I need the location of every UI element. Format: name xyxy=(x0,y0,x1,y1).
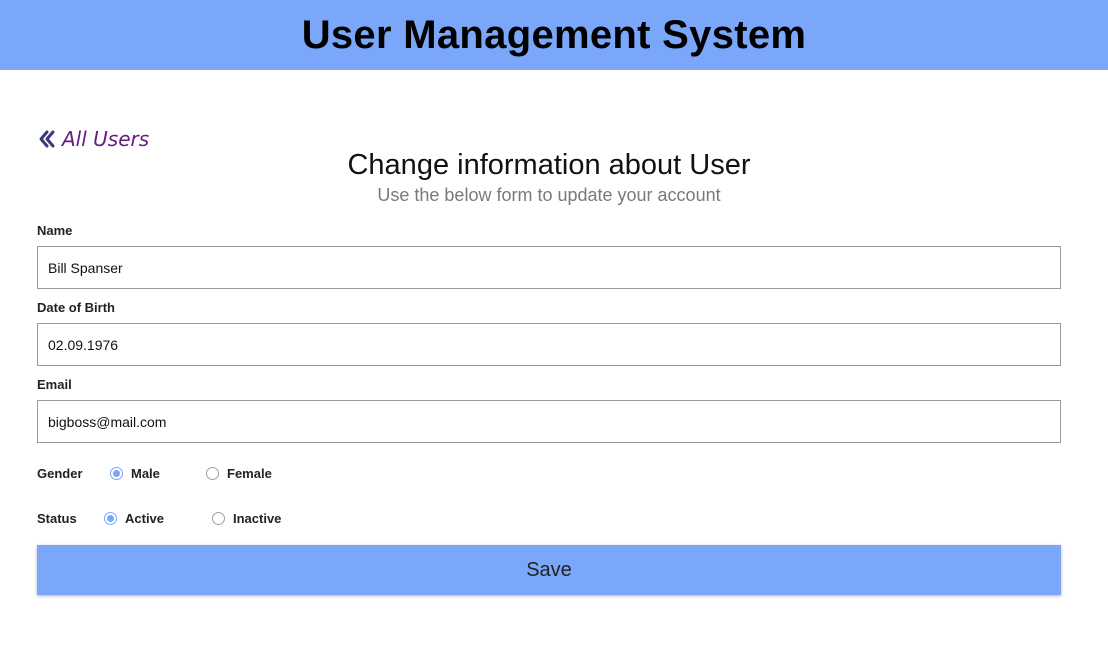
save-button[interactable]: Save xyxy=(37,545,1061,595)
form-heading: Change information about User Use the be… xyxy=(0,147,1098,207)
gender-male-option[interactable]: Male xyxy=(110,466,206,481)
app-title: User Management System xyxy=(301,13,807,57)
app-header: User Management System xyxy=(0,0,1108,70)
status-active-radio[interactable] xyxy=(104,511,117,525)
gender-female-option[interactable]: Female xyxy=(206,466,272,481)
gender-radio-group: Gender Male Female xyxy=(37,463,272,483)
page-title: Change information about User xyxy=(347,149,751,181)
gender-male-radio[interactable] xyxy=(110,466,123,480)
email-input[interactable] xyxy=(37,400,1061,443)
name-label: Name xyxy=(37,223,73,238)
dob-label: Date of Birth xyxy=(37,300,115,315)
gender-female-radio[interactable] xyxy=(206,466,219,480)
status-inactive-option[interactable]: Inactive xyxy=(212,511,281,526)
name-input[interactable] xyxy=(37,246,1061,289)
status-inactive-radio[interactable] xyxy=(212,511,225,525)
status-label: Status xyxy=(37,510,77,526)
gender-female-label: Female xyxy=(227,465,272,481)
gender-label: Gender xyxy=(37,465,83,481)
status-active-option[interactable]: Active xyxy=(104,511,212,526)
double-chevron-left-icon xyxy=(39,130,55,148)
email-field-group: Email xyxy=(37,376,1061,443)
status-active-label: Active xyxy=(125,510,165,526)
status-radio-group: Status Active Inactive xyxy=(37,508,281,528)
dob-field-group: Date of Birth xyxy=(37,299,1061,366)
dob-input[interactable] xyxy=(37,323,1061,366)
gender-male-label: Male xyxy=(131,465,160,481)
name-field-group: Name xyxy=(37,222,1061,289)
email-label: Email xyxy=(37,377,72,392)
page-subtitle: Use the below form to update your accoun… xyxy=(377,185,721,205)
status-inactive-label: Inactive xyxy=(233,510,282,526)
